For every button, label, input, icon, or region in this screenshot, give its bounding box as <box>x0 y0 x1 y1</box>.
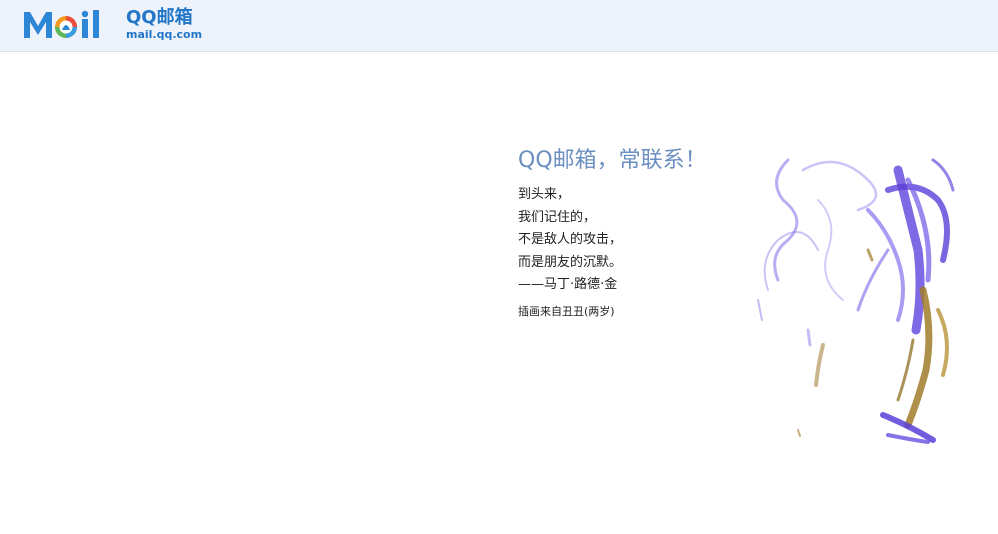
poem-line: 我们记住的， <box>518 209 597 225</box>
illustration-credit: 插画来自丑丑(两岁) <box>518 304 615 318</box>
poem: 到头来， 我们记住的， 不是敌人的攻击， 而是朋友的沉默。 ——马丁·路德·金 <box>518 184 748 297</box>
poem-line: 不是敌人的攻击， <box>518 232 623 247</box>
poem-line: 而是朋友的沉默。 <box>518 254 623 270</box>
brand-name: QQ邮箱 <box>126 6 193 28</box>
poem-line: 到头来， <box>518 187 571 202</box>
message-panel: QQ邮箱，常联系！ 到头来， 我们记住的， 不是敌人的攻击， 而是朋友的沉默。 … <box>518 142 748 319</box>
top-bar: QQ邮箱 mail.qq.com <box>0 0 998 52</box>
child-painting-illustration <box>757 158 955 444</box>
mail-logo-icon <box>24 10 99 38</box>
page-title: QQ邮箱，常联系！ <box>518 148 707 173</box>
qq-mail-logo[interactable]: QQ邮箱 mail.qq.com <box>22 6 202 42</box>
brand-domain: mail.qq.com <box>126 27 203 41</box>
poem-author: ——马丁·路德·金 <box>518 277 618 292</box>
